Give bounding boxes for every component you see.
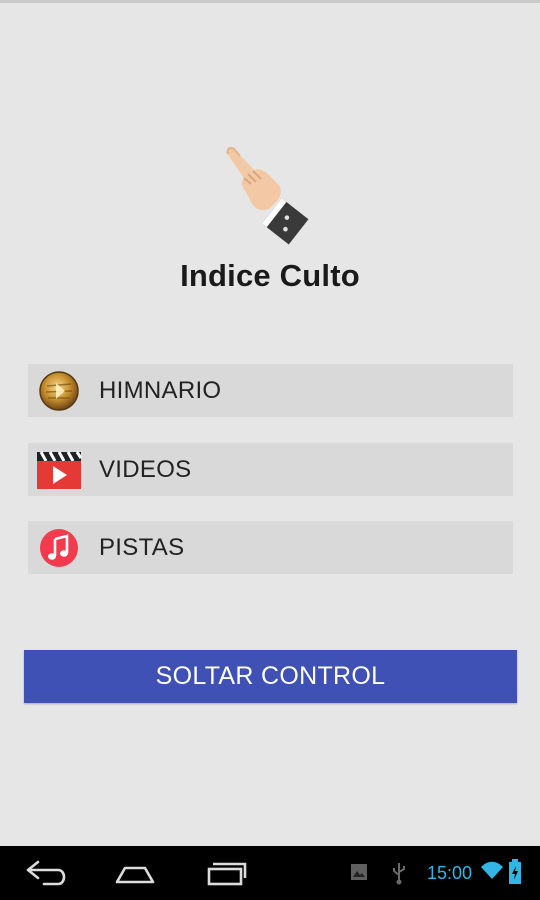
menu-item-himnario[interactable]: HIMNARIO bbox=[28, 364, 513, 417]
battery-icon bbox=[509, 859, 521, 884]
menu-item-label: PISTAS bbox=[99, 534, 185, 561]
menu-item-label: HIMNARIO bbox=[99, 377, 222, 404]
pointing-hand-icon bbox=[226, 146, 309, 245]
music-note-icon bbox=[40, 529, 78, 567]
usb-icon bbox=[393, 863, 405, 885]
menu-item-videos[interactable]: VIDEOS bbox=[28, 443, 513, 496]
recent-apps-icon[interactable] bbox=[203, 858, 251, 888]
gallery-icon bbox=[351, 864, 367, 880]
menu-item-pistas[interactable]: PISTAS bbox=[28, 521, 513, 574]
home-icon[interactable] bbox=[111, 858, 159, 888]
page-title: Indice Culto bbox=[180, 258, 360, 293]
status-time: 15:00 bbox=[426, 863, 472, 883]
back-icon[interactable] bbox=[22, 858, 70, 888]
release-control-button[interactable]: SOLTAR CONTROL bbox=[24, 650, 517, 703]
menu-item-label: VIDEOS bbox=[99, 456, 192, 483]
wifi-icon bbox=[481, 861, 503, 879]
app-screen: Indice Culto HIMNARIO VIDEOS PISTAS SOLT… bbox=[0, 0, 540, 846]
hymnal-disc-icon bbox=[39, 371, 79, 411]
top-divider bbox=[0, 0, 540, 3]
video-clapper-icon bbox=[37, 451, 82, 489]
system-navigation-bar: 15:00 bbox=[0, 846, 540, 900]
